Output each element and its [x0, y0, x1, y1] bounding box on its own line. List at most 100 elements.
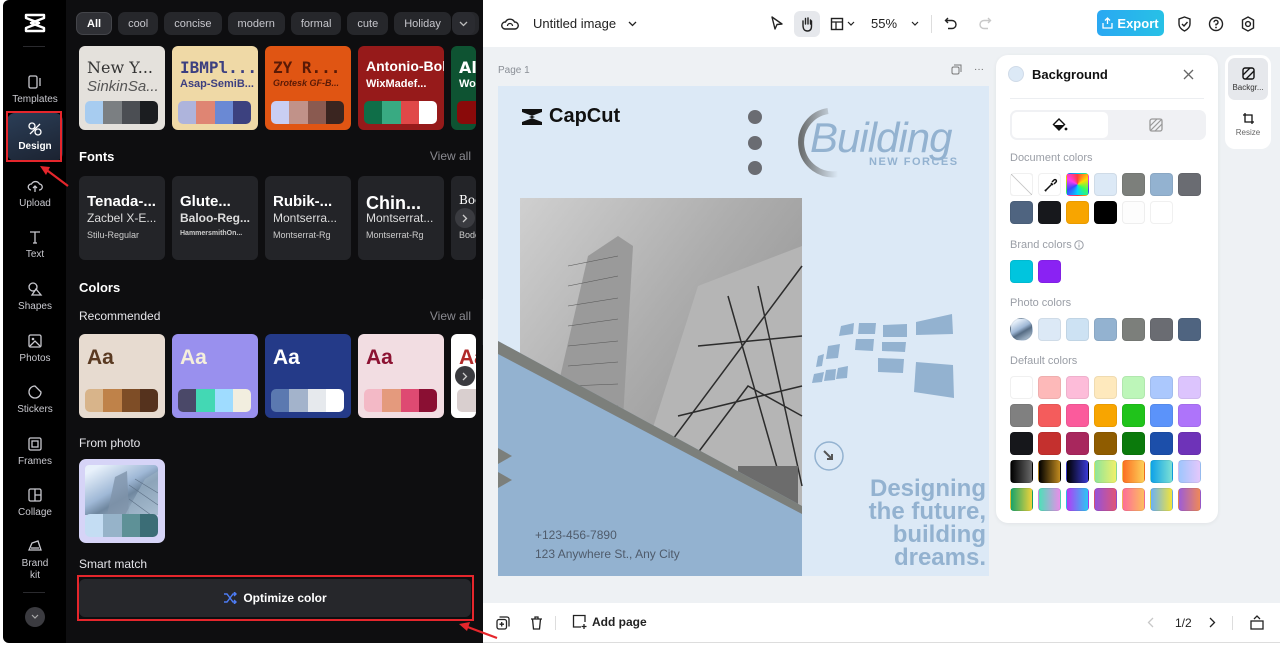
palette-card[interactable]: Aa: [358, 334, 444, 418]
color-swatch[interactable]: [1150, 432, 1173, 455]
color-swatch[interactable]: [1010, 432, 1033, 455]
rail-more-button[interactable]: [25, 607, 45, 627]
duplicate-page-icon[interactable]: [951, 64, 962, 75]
color-swatch[interactable]: [1010, 201, 1033, 224]
color-swatch[interactable]: [1094, 488, 1117, 511]
filter-chip[interactable]: formal: [290, 12, 342, 35]
rail-item-shapes[interactable]: Shapes: [7, 273, 63, 321]
color-swatch[interactable]: [1010, 404, 1033, 427]
color-swatch[interactable]: [1094, 318, 1117, 341]
color-swatch[interactable]: [1010, 376, 1033, 399]
rail-item-stickers[interactable]: Stickers: [7, 376, 63, 424]
document-title[interactable]: Untitled image: [533, 16, 616, 31]
color-swatch[interactable]: [1150, 460, 1173, 483]
document-title-group[interactable]: Untitled image: [501, 0, 637, 47]
color-swatch[interactable]: [1094, 173, 1117, 196]
color-swatch[interactable]: [1122, 488, 1145, 511]
color-swatch[interactable]: [1066, 460, 1089, 483]
color-swatch[interactable]: [1122, 460, 1145, 483]
rail-item-brand-kit[interactable]: Brand kit: [7, 532, 63, 588]
export-button[interactable]: Export: [1097, 10, 1164, 36]
color-swatch[interactable]: [1150, 318, 1173, 341]
capcut-logo-icon[interactable]: [23, 13, 47, 33]
color-swatch[interactable]: [1066, 201, 1089, 224]
no-color-swatch[interactable]: [1010, 173, 1033, 196]
shield-button[interactable]: [1177, 15, 1192, 32]
template-style-card[interactable]: New Y... SinkinSa...: [79, 46, 165, 130]
design-artboard[interactable]: CapCut Building NEW FORCES +123-456-7890…: [498, 86, 989, 576]
settings-button[interactable]: [1240, 15, 1256, 32]
rail-item-upload[interactable]: Upload: [7, 170, 63, 218]
color-swatch[interactable]: [1038, 404, 1061, 427]
colors-view-all-link[interactable]: View all: [430, 309, 471, 323]
palette-card[interactable]: Aa: [79, 334, 165, 418]
add-page-button[interactable]: Add page: [572, 614, 647, 629]
color-swatch[interactable]: [1038, 376, 1061, 399]
rail-item-collage[interactable]: Collage: [7, 479, 63, 527]
close-button[interactable]: [1183, 67, 1194, 85]
color-swatch[interactable]: [1178, 173, 1201, 196]
rail-item-frames[interactable]: Frames: [7, 428, 63, 476]
fonts-next-button[interactable]: [455, 208, 475, 228]
color-swatch[interactable]: [1122, 173, 1145, 196]
color-swatch[interactable]: [1178, 432, 1201, 455]
color-swatch[interactable]: [1010, 460, 1033, 483]
template-style-card[interactable]: IBMPl... Asap-SemiB...: [172, 46, 258, 130]
palette-card[interactable]: Aa: [172, 334, 258, 418]
previous-page-button[interactable]: [1147, 617, 1154, 628]
color-swatch[interactable]: [1178, 318, 1201, 341]
rail-item-templates[interactable]: Templates: [7, 66, 63, 114]
custom-color-picker[interactable]: [1066, 173, 1089, 196]
solid-fill-tab[interactable]: [1012, 112, 1108, 138]
next-page-button[interactable]: [1209, 617, 1216, 628]
color-swatch[interactable]: [1066, 318, 1089, 341]
color-swatch[interactable]: [1094, 404, 1117, 427]
filter-chip[interactable]: Holiday: [394, 12, 451, 35]
rail-item-photos[interactable]: Photos: [7, 325, 63, 373]
color-swatch[interactable]: [1038, 318, 1061, 341]
template-style-card[interactable]: AleWo: [451, 46, 476, 130]
color-swatch[interactable]: [1150, 488, 1173, 511]
background-tool-button[interactable]: Backgr...: [1228, 58, 1268, 100]
template-style-card[interactable]: ZY R... Grotesk GF-B...: [265, 46, 351, 130]
color-swatch[interactable]: [1094, 432, 1117, 455]
hand-tool-button[interactable]: [794, 10, 820, 37]
undo-button[interactable]: [944, 17, 958, 31]
color-swatch[interactable]: [1010, 260, 1033, 283]
color-swatch[interactable]: [1066, 404, 1089, 427]
font-pair-card[interactable]: Rubik-... Montserra... Montserrat-Rg: [265, 176, 351, 260]
filter-chip[interactable]: modern: [227, 12, 285, 35]
color-swatch[interactable]: [1178, 376, 1201, 399]
filter-chip[interactable]: concise: [164, 12, 222, 35]
color-swatch[interactable]: [1038, 488, 1061, 511]
color-swatch[interactable]: [1038, 260, 1061, 283]
delete-page-button[interactable]: [530, 616, 543, 630]
select-tool-button[interactable]: [770, 16, 784, 31]
color-swatch[interactable]: [1178, 404, 1201, 427]
info-icon[interactable]: [1074, 240, 1084, 250]
filter-chip[interactable]: cute: [347, 12, 389, 35]
color-swatch[interactable]: [1010, 488, 1033, 511]
photo-color-thumbnail[interactable]: [1010, 318, 1033, 341]
color-swatch[interactable]: [1150, 201, 1173, 224]
color-swatch[interactable]: [1038, 432, 1061, 455]
duplicate-page-button[interactable]: [496, 616, 510, 630]
color-swatch[interactable]: [1122, 201, 1145, 224]
photo-palette-card[interactable]: [79, 459, 165, 543]
color-swatch[interactable]: [1038, 460, 1061, 483]
palettes-next-button[interactable]: [455, 366, 475, 386]
color-swatch[interactable]: [1178, 460, 1201, 483]
more-options-icon[interactable]: ···: [974, 64, 984, 75]
redo-button[interactable]: [978, 17, 992, 31]
filter-chip[interactable]: cool: [118, 12, 159, 35]
color-swatch[interactable]: [1150, 404, 1173, 427]
color-swatch[interactable]: [1094, 376, 1117, 399]
color-swatch[interactable]: [1094, 201, 1117, 224]
chips-expand-button[interactable]: [452, 12, 475, 35]
optimize-color-button[interactable]: Optimize color: [79, 579, 471, 617]
palette-card[interactable]: Aa: [265, 334, 351, 418]
color-swatch[interactable]: [1066, 488, 1089, 511]
color-swatch[interactable]: [1122, 432, 1145, 455]
color-swatch[interactable]: [1066, 432, 1089, 455]
color-swatch[interactable]: [1122, 318, 1145, 341]
